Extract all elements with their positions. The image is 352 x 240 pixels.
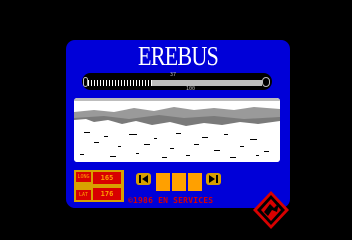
game-title: EREBUS	[138, 41, 219, 71]
long-label: LONG	[76, 172, 91, 182]
game-frame: EREBUS 37 100 LONG LAT 165 176 ©1986 EN …	[66, 40, 290, 229]
gauge-right-cap	[262, 77, 270, 87]
inventory-slot-2[interactable]	[172, 173, 186, 191]
right-arrow-icon	[209, 175, 218, 183]
gauge-track	[88, 80, 262, 86]
left-arrow-button[interactable]	[136, 173, 151, 185]
snow-landscape-view	[74, 98, 280, 162]
right-arrow-button[interactable]	[206, 173, 221, 185]
copyright-text: ©1986 EN SERVICES	[128, 196, 214, 205]
inventory-slot-3[interactable]	[188, 173, 202, 191]
lat-label: LAT	[76, 190, 91, 200]
gauge-fill	[88, 80, 153, 86]
altitude-gauge: 37 100	[82, 72, 272, 92]
inventory-slot-1[interactable]	[156, 173, 170, 191]
dragon-diamond-logo-icon	[253, 191, 289, 229]
left-arrow-icon	[139, 175, 148, 183]
landscape-image	[74, 98, 280, 162]
coordinates-panel: LONG LAT 165 176	[74, 170, 124, 202]
lat-value: 176	[93, 188, 121, 200]
long-value: 165	[93, 172, 121, 184]
gauge-bottom-label: 100	[186, 86, 196, 92]
gauge-top-label: 37	[170, 72, 177, 78]
